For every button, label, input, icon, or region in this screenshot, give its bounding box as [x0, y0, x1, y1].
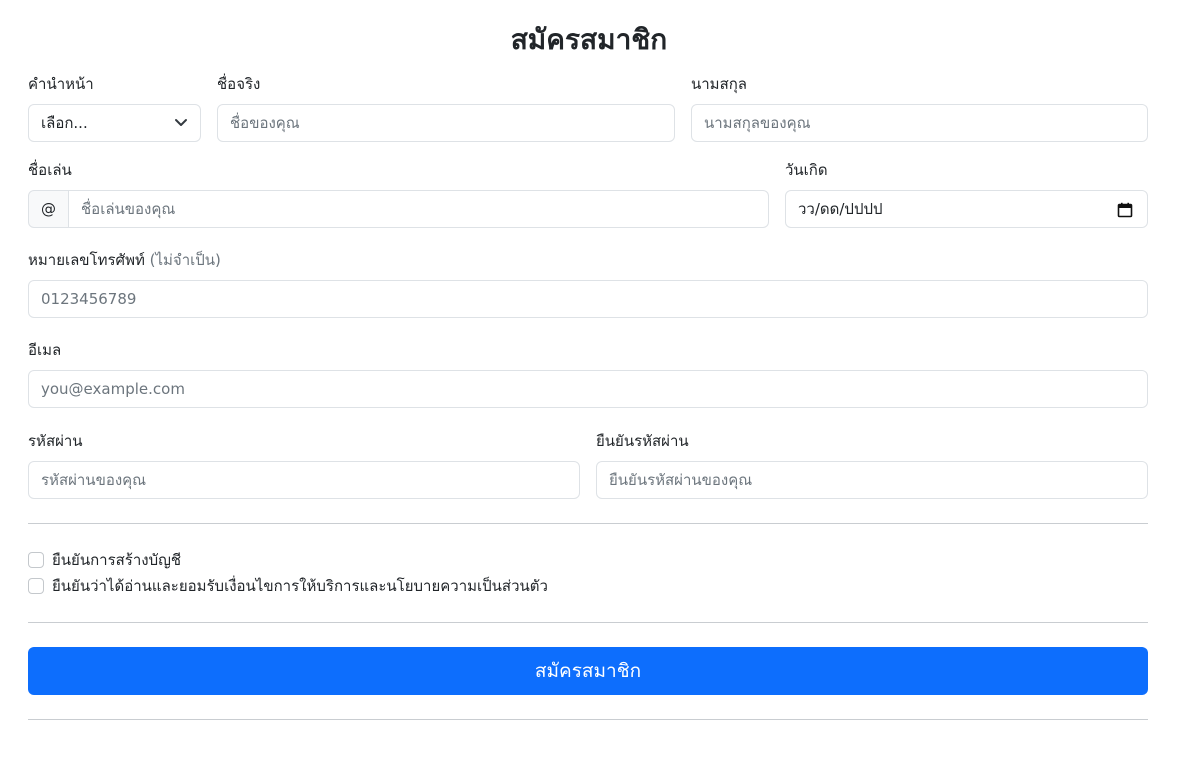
first-name-input[interactable]: ชื่อของคุณ: [217, 104, 675, 142]
first-name-placeholder: ชื่อของคุณ: [230, 114, 300, 132]
password-placeholder: รหัสผ่านของคุณ: [41, 471, 147, 489]
phone-optional-text: (ไม่จำเป็น): [149, 251, 221, 269]
confirm-password-placeholder: ยืนยันรหัสผ่านของคุณ: [609, 471, 753, 489]
nickname-placeholder: ชื่อเล่นของคุณ: [81, 200, 176, 218]
at-addon: @: [28, 190, 69, 228]
accept-terms-label[interactable]: ยืนยันว่าได้อ่านและยอมรับเงื่อนไขการให้บ…: [52, 576, 548, 596]
confirm-password-label: ยืนยันรหัสผ่าน: [596, 432, 689, 450]
last-name-placeholder: นามสกุลของคุณ: [704, 114, 811, 132]
email-input[interactable]: you@example.com: [28, 370, 1148, 408]
accept-terms-checkbox[interactable]: [28, 578, 44, 594]
confirm-account-checkbox[interactable]: [28, 552, 44, 568]
password-label: รหัสผ่าน: [28, 432, 83, 450]
first-name-label: ชื่อจริง: [217, 75, 261, 93]
prefix-select[interactable]: เลือก...: [28, 104, 201, 142]
divider: [28, 719, 1148, 720]
email-placeholder: you@example.com: [41, 380, 185, 398]
submit-button[interactable]: สมัครสมาชิก: [28, 647, 1148, 695]
birthdate-input[interactable]: วว/ดด/ปปปป: [785, 190, 1148, 228]
confirm-password-input[interactable]: ยืนยันรหัสผ่านของคุณ: [596, 461, 1148, 499]
calendar-icon[interactable]: [1117, 202, 1133, 218]
divider: [28, 622, 1148, 623]
phone-label-text: หมายเลขโทรศัพท์: [28, 251, 145, 269]
phone-label: หมายเลขโทรศัพท์ (ไม่จำเป็น): [28, 249, 221, 271]
prefix-label: คำนำหน้า: [28, 75, 94, 93]
nickname-label: ชื่อเล่น: [28, 161, 72, 179]
divider: [28, 523, 1148, 524]
nickname-input[interactable]: ชื่อเล่นของคุณ: [69, 190, 769, 228]
confirm-account-label[interactable]: ยืนยันการสร้างบัญชี: [52, 550, 181, 570]
phone-placeholder: 0123456789: [41, 290, 137, 308]
birthdate-label: วันเกิด: [785, 161, 828, 179]
accept-terms-check-row[interactable]: ยืนยันว่าได้อ่านและยอมรับเงื่อนไขการให้บ…: [28, 576, 548, 596]
page-title: สมัครสมาชิก: [510, 23, 668, 56]
password-input[interactable]: รหัสผ่านของคุณ: [28, 461, 580, 499]
last-name-input[interactable]: นามสกุลของคุณ: [691, 104, 1148, 142]
birthdate-value: วว/ดด/ปปปป: [798, 200, 883, 218]
chevron-down-icon: [175, 119, 187, 126]
prefix-select-value: เลือก...: [41, 114, 88, 132]
phone-input[interactable]: 0123456789: [28, 280, 1148, 318]
email-label: อีเมล: [28, 341, 62, 359]
confirm-account-check-row[interactable]: ยืนยันการสร้างบัญชี: [28, 550, 181, 570]
last-name-label: นามสกุล: [691, 75, 747, 93]
